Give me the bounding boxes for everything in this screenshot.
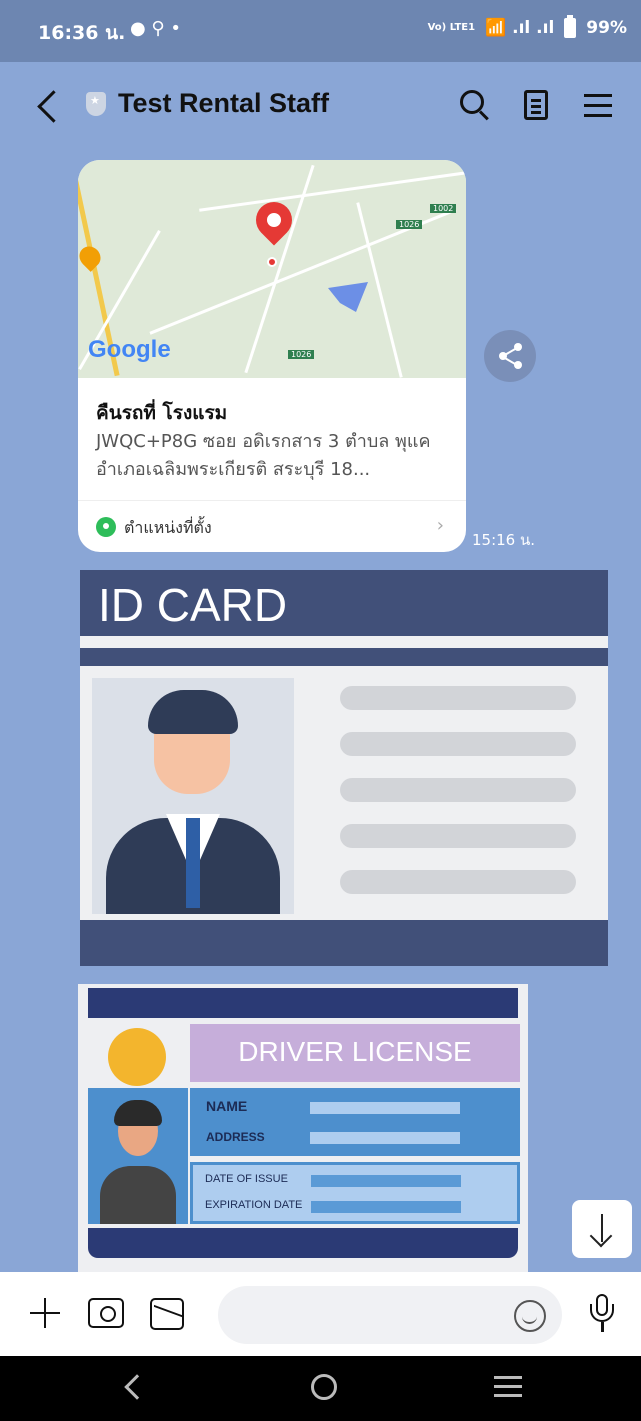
microphone-icon[interactable] [588, 1294, 616, 1334]
id-card-image[interactable]: ID CARD [80, 570, 608, 966]
plus-icon[interactable] [30, 1298, 60, 1328]
image-icon[interactable] [150, 1298, 184, 1330]
input-bar [0, 1272, 641, 1356]
signal-icon: 📶 .ıl .ıl [485, 18, 555, 38]
restaurant-icon [78, 242, 105, 272]
nav-home-icon[interactable] [311, 1374, 337, 1400]
id-card-footer [80, 920, 608, 966]
chat-header: Test Rental Staff [0, 62, 641, 150]
message-input[interactable] [218, 1286, 562, 1344]
id-card-stripe [80, 648, 608, 666]
location-pin-icon [96, 517, 116, 537]
menu-icon[interactable] [584, 88, 618, 122]
emoji-icon[interactable] [514, 1300, 546, 1332]
driver-license-image[interactable]: DRIVER LICENSE NAME ADDRESS DATE OF ISSU… [78, 984, 528, 1272]
scroll-down-button[interactable] [572, 1200, 632, 1258]
google-logo: Google [88, 336, 171, 363]
status-time: 16:36 น. [38, 22, 126, 44]
location-footer[interactable]: ตำแหน่งที่ตั้ง › [78, 500, 466, 552]
map-water [328, 282, 368, 312]
id-card-header: ID CARD [80, 570, 608, 636]
license-emblem [108, 1028, 166, 1086]
location-footer-label: ตำแหน่งที่ตั้ง [124, 518, 212, 537]
location-title: คืนรถที่ โรงแรม [96, 402, 228, 424]
map-road-label: 1026 [288, 350, 315, 359]
license-address-label: ADDRESS [206, 1130, 265, 1144]
chevron-right-icon: › [436, 515, 444, 536]
status-bar: 16:36 น. ● ⚲ • Vo) LTE1 📶 .ıl .ıl 99% [0, 0, 641, 62]
chat-title[interactable]: Test Rental Staff [118, 88, 329, 119]
id-card-photo [92, 678, 294, 914]
status-right: Vo) LTE1 📶 .ıl .ıl 99% [427, 15, 627, 38]
map-preview[interactable]: 1002 1026 1026 Google [78, 160, 466, 378]
license-title: DRIVER LICENSE [238, 1036, 472, 1067]
search-icon[interactable] [458, 88, 492, 122]
id-card-title: ID CARD [98, 579, 288, 631]
back-button[interactable] [34, 86, 62, 126]
location-message[interactable]: 1002 1026 1026 Google คืนรถที่ โรงแรม JW… [78, 160, 466, 552]
map-location-dot [267, 257, 277, 267]
message-time: 15:16 น. [472, 531, 536, 549]
share-button[interactable] [484, 330, 536, 382]
license-photo [88, 1088, 188, 1224]
license-name-label: NAME [206, 1098, 248, 1114]
nav-back-icon[interactable] [124, 1374, 150, 1400]
system-nav-bar [0, 1356, 641, 1421]
volte-icon: Vo) LTE1 [427, 22, 476, 33]
map-road-label: 1026 [396, 220, 423, 229]
camera-icon[interactable] [88, 1298, 124, 1328]
shield-icon [86, 92, 106, 116]
license-issue-label: DATE OF ISSUE [205, 1173, 288, 1185]
license-expiry-label: EXPIRATION DATE [205, 1199, 303, 1211]
location-address: JWQC+P8G ซอย อดิเรกสาร 3 ตำบล พุแค อำเภอ… [96, 431, 431, 480]
notes-icon[interactable] [522, 88, 556, 122]
nav-recents-icon[interactable] [494, 1376, 522, 1398]
battery-percent: 99% [586, 18, 627, 38]
battery-icon [564, 15, 577, 38]
notification-icons: ● ⚲ • [130, 18, 181, 39]
map-road-label: 1002 [430, 204, 457, 213]
